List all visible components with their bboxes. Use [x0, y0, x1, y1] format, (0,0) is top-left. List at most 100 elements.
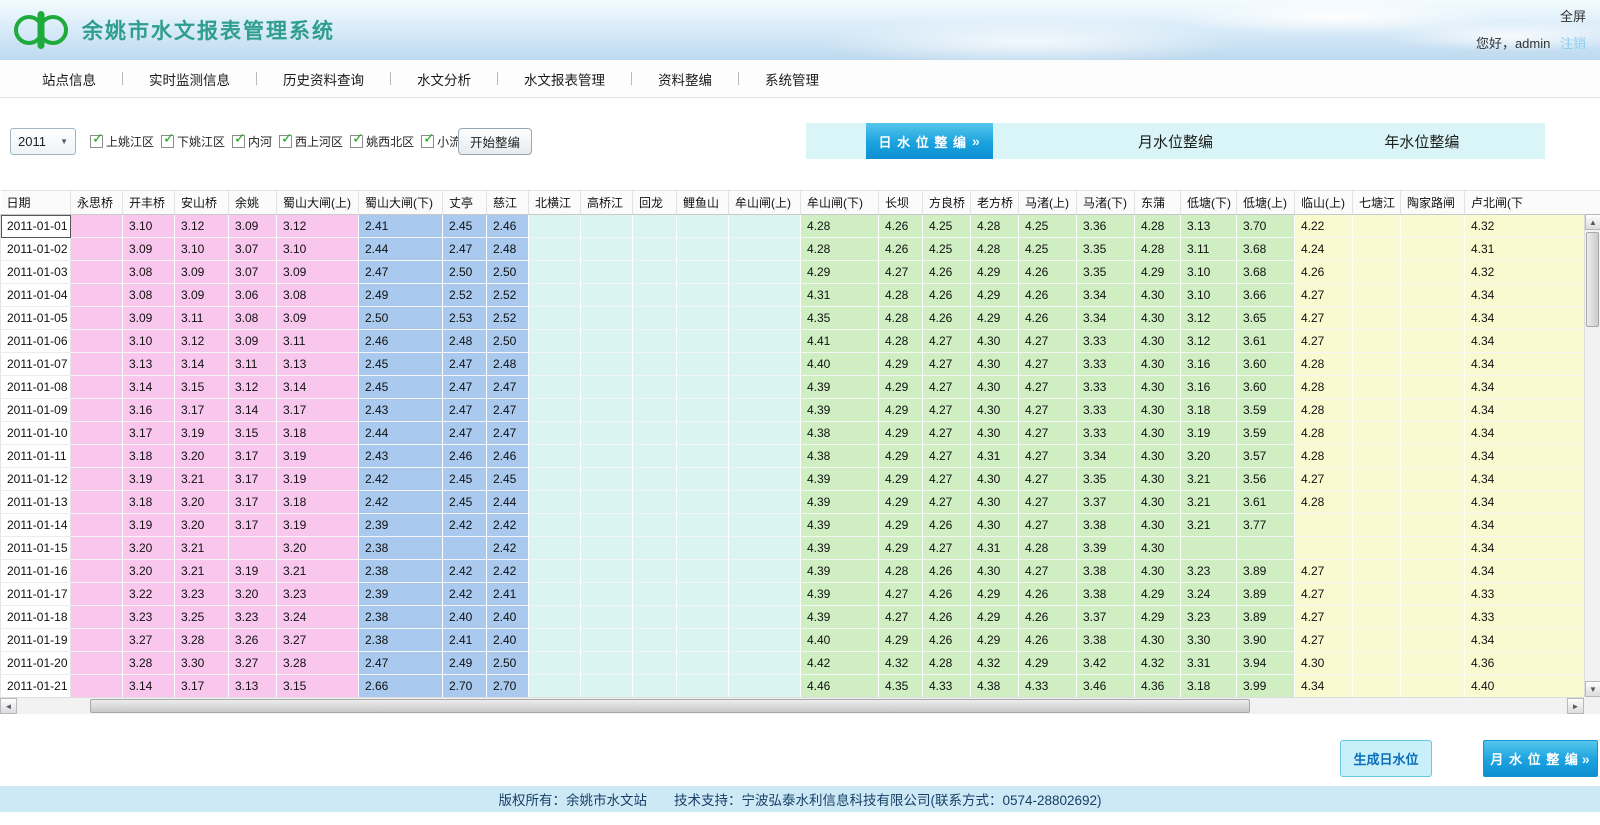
value-cell: 3.21: [277, 560, 359, 583]
generate-daily-button[interactable]: 生成日水位: [1340, 740, 1432, 777]
nav-item-2[interactable]: 实时监测信息: [123, 69, 256, 89]
double-arrow-icon: »: [1582, 751, 1591, 767]
value-cell: 4.32: [1135, 652, 1181, 675]
scroll-left-icon[interactable]: ◄: [0, 698, 17, 714]
value-cell: 4.27: [1295, 468, 1353, 491]
value-cell: [633, 445, 677, 468]
column-header-6: 蜀山大闸(上): [277, 191, 359, 215]
nav-item-3[interactable]: 历史资料查询: [257, 69, 390, 89]
value-cell: 4.27: [923, 422, 971, 445]
value-cell: 2.46: [443, 445, 487, 468]
date-cell: 2011-01-01: [1, 215, 71, 238]
checkbox-label: 上姚江区: [106, 133, 154, 150]
value-cell: [71, 399, 123, 422]
scroll-down-icon[interactable]: ▼: [1585, 681, 1600, 697]
value-cell: [581, 629, 633, 652]
value-cell: 3.08: [123, 261, 175, 284]
value-cell: 4.33: [1465, 606, 1600, 629]
value-cell: [729, 399, 801, 422]
value-cell: 3.42: [1077, 652, 1135, 675]
checkbox-label: 内河: [248, 133, 272, 150]
column-header-19: 马渚(上): [1019, 191, 1077, 215]
value-cell: 4.26: [1019, 307, 1077, 330]
checkbox-label: 下姚江区: [177, 133, 225, 150]
value-cell: 2.42: [443, 514, 487, 537]
year-select[interactable]: 2011 ▼: [10, 128, 76, 155]
value-cell: 2.40: [487, 629, 529, 652]
tab-label: 年水位整编: [1384, 131, 1459, 152]
region-checkbox-5[interactable]: ✓姚西北区: [350, 133, 414, 150]
value-cell: [581, 261, 633, 284]
value-cell: [1401, 238, 1465, 261]
column-header-3: 开丰桥: [123, 191, 175, 215]
value-cell: [633, 491, 677, 514]
vertical-scrollbar-thumb[interactable]: [1586, 232, 1599, 327]
scroll-up-icon[interactable]: ▲: [1585, 214, 1600, 230]
checkbox-box: ✓: [350, 135, 363, 148]
value-cell: 4.39: [801, 537, 879, 560]
value-cell: 3.30: [175, 652, 229, 675]
tab-1[interactable]: 日 水 位 整 编»: [806, 123, 1052, 159]
value-cell: [729, 560, 801, 583]
logout-link[interactable]: 注销: [1560, 36, 1586, 51]
nav-item-7[interactable]: 系统管理: [739, 69, 845, 89]
tab-3[interactable]: 年水位整编: [1299, 123, 1545, 159]
tab-2[interactable]: 月水位整编: [1052, 123, 1298, 159]
horizontal-scrollbar[interactable]: ◄ ►: [0, 697, 1584, 714]
column-header-1: 日期: [1, 191, 71, 215]
value-cell: 4.36: [1135, 675, 1181, 698]
value-cell: 3.18: [1181, 399, 1237, 422]
footer: 版权所有：余姚市水文站 技术支持：宁波弘泰水利信息科技有限公司(联系方式：057…: [0, 786, 1600, 812]
nav-item-5[interactable]: 水文报表管理: [498, 69, 631, 89]
value-cell: 3.34: [1077, 307, 1135, 330]
region-checkbox-2[interactable]: ✓下姚江区: [161, 133, 225, 150]
value-cell: [529, 330, 581, 353]
value-cell: 4.26: [1019, 261, 1077, 284]
value-cell: [1401, 422, 1465, 445]
value-cell: 2.47: [443, 422, 487, 445]
value-cell: 4.29: [971, 284, 1019, 307]
value-cell: [529, 606, 581, 629]
monthly-compilation-button[interactable]: 月 水 位 整 编»: [1483, 740, 1598, 777]
value-cell: 3.20: [175, 514, 229, 537]
fullscreen-button[interactable]: 全屏: [1560, 6, 1586, 25]
region-checkbox-1[interactable]: ✓上姚江区: [90, 133, 154, 150]
value-cell: [71, 675, 123, 698]
value-cell: 2.45: [359, 353, 443, 376]
value-cell: 4.28: [1295, 491, 1353, 514]
value-cell: [1401, 468, 1465, 491]
value-cell: 3.35: [1077, 261, 1135, 284]
nav-item-6[interactable]: 资料整编: [632, 69, 738, 89]
value-cell: 4.39: [801, 560, 879, 583]
value-cell: 3.07: [229, 261, 277, 284]
start-compilation-button[interactable]: 开始整编: [458, 128, 532, 155]
value-cell: [633, 215, 677, 238]
region-checkbox-3[interactable]: ✓内河: [232, 133, 272, 150]
date-cell: 2011-01-03: [1, 261, 71, 284]
value-cell: 4.25: [923, 215, 971, 238]
value-cell: 4.30: [971, 560, 1019, 583]
value-cell: 4.27: [1295, 284, 1353, 307]
value-cell: 2.47: [443, 238, 487, 261]
value-cell: 4.30: [1135, 491, 1181, 514]
nav-item-4[interactable]: 水文分析: [391, 69, 497, 89]
value-cell: 3.06: [229, 284, 277, 307]
value-cell: 4.27: [1019, 422, 1077, 445]
value-cell: [677, 583, 729, 606]
value-cell: 4.30: [971, 353, 1019, 376]
year-select-value: 2011: [18, 134, 46, 149]
value-cell: [71, 537, 123, 560]
value-cell: [1295, 537, 1353, 560]
table-row: 2011-01-103.173.193.153.182.442.472.474.…: [1, 422, 1600, 445]
value-cell: [1353, 399, 1401, 422]
region-checkbox-4[interactable]: ✓西上河区: [279, 133, 343, 150]
scroll-right-icon[interactable]: ►: [1567, 698, 1584, 714]
value-cell: 2.47: [487, 376, 529, 399]
value-cell: [71, 583, 123, 606]
value-cell: 4.34: [1465, 468, 1600, 491]
nav-item-1[interactable]: 站点信息: [16, 69, 122, 89]
vertical-scrollbar[interactable]: ▲ ▼: [1584, 214, 1600, 697]
value-cell: [529, 376, 581, 399]
horizontal-scrollbar-thumb[interactable]: [90, 699, 1250, 713]
date-cell: 2011-01-16: [1, 560, 71, 583]
